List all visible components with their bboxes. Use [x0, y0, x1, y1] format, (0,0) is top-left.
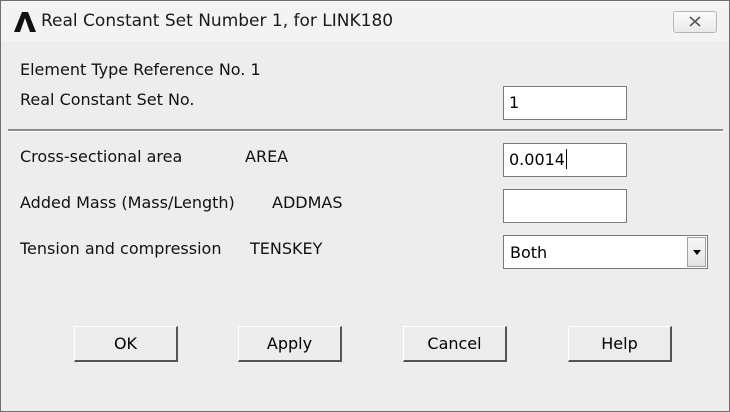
real-constant-set-label: Real Constant Set No.: [20, 90, 195, 109]
close-icon: [689, 16, 701, 27]
area-value: 0.0014: [509, 150, 565, 169]
cancel-button[interactable]: Cancel: [403, 326, 507, 362]
element-type-reference-label: Element Type Reference No. 1: [20, 60, 261, 79]
real-constant-dialog: Real Constant Set Number 1, for LINK180 …: [0, 0, 730, 412]
close-button[interactable]: [673, 11, 717, 33]
addmas-field[interactable]: [503, 189, 627, 223]
tenskey-key: TENSKEY: [250, 239, 323, 258]
text-caret: [565, 149, 567, 169]
window-title: Real Constant Set Number 1, for LINK180: [41, 11, 394, 31]
dropdown-arrow-button[interactable]: [687, 237, 706, 267]
tenskey-select[interactable]: Both: [503, 235, 708, 269]
section-divider: [8, 129, 723, 132]
ok-button[interactable]: OK: [74, 326, 178, 362]
addmas-key: ADDMAS: [272, 193, 343, 212]
real-constant-set-field[interactable]: 1: [503, 86, 627, 120]
help-button[interactable]: Help: [568, 326, 672, 362]
area-label: Cross-sectional area: [20, 147, 183, 166]
real-constant-set-value: 1: [509, 93, 520, 112]
addmas-label: Added Mass (Mass/Length): [20, 193, 235, 212]
apply-button[interactable]: Apply: [238, 326, 342, 362]
tenskey-label: Tension and compression: [20, 239, 222, 258]
area-key: AREA: [245, 147, 289, 166]
title-bar[interactable]: Real Constant Set Number 1, for LINK180: [1, 1, 729, 41]
chevron-down-icon: [693, 250, 701, 255]
area-field[interactable]: 0.0014: [503, 143, 627, 177]
ansys-lambda-icon: [14, 12, 36, 32]
tenskey-selected-value: Both: [510, 243, 548, 262]
